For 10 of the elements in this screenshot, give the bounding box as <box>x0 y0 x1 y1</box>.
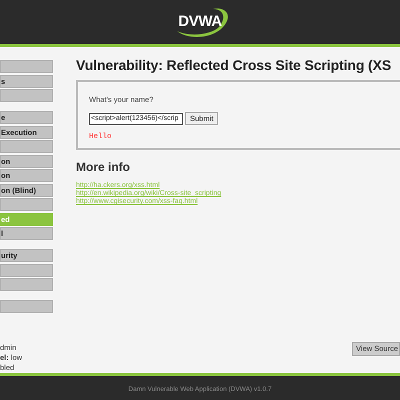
menu-item[interactable] <box>0 60 53 73</box>
menu-item[interactable] <box>0 89 53 102</box>
menu-item[interactable] <box>0 278 53 291</box>
more-info-heading: More info <box>76 159 131 176</box>
page-title: Vulnerability: Reflected Cross Site Scripting (XS <box>76 56 392 75</box>
menu-item[interactable] <box>0 300 53 313</box>
menu-item[interactable] <box>0 264 53 276</box>
logo: DVWA <box>169 5 231 39</box>
menu-item[interactable] <box>0 140 53 153</box>
menu-item[interactable] <box>0 198 53 211</box>
